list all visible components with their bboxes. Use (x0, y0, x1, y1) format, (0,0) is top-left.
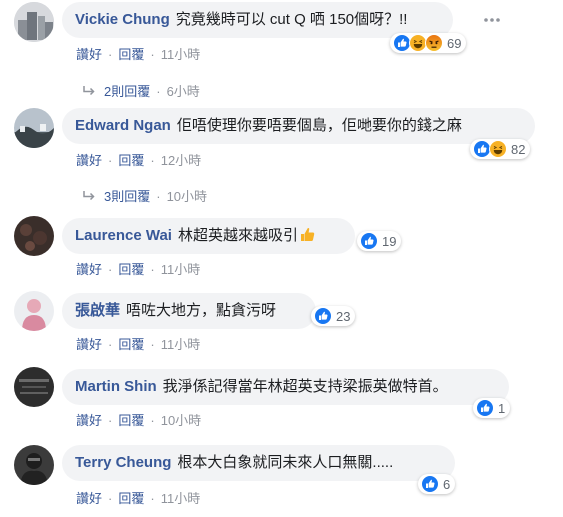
comment-item: Vickie Chung 究竟幾時可以 cut Q 哂 150個呀？!! 69 讚… (0, 0, 563, 100)
reaction-count: 69 (447, 35, 462, 51)
reply-arrow-icon (83, 86, 95, 96)
like-reaction-icon (476, 399, 494, 417)
reaction-summary[interactable]: 6 (418, 474, 456, 494)
replies-count[interactable]: 2則回覆 (104, 84, 150, 99)
comment-bubble: Laurence Wai 林超英越來越吸引 (62, 218, 355, 254)
comment-text: 唔咗大地方，點貪污呀 (126, 302, 277, 319)
comment-bubble: Martin Shin 我淨係記得當年林超英支持梁振英做特首。 (62, 369, 509, 405)
separator-dot: · (156, 189, 161, 204)
comment-author[interactable]: Martin Shin (75, 378, 157, 395)
avatar[interactable] (14, 367, 54, 407)
reply-link[interactable]: 回覆 (118, 413, 144, 428)
comment-actions: 讚好 · 回覆 · 11小時 (76, 488, 200, 507)
reaction-count: 23 (336, 308, 351, 324)
comment-item: 張啟華 唔咗大地方，點貪污呀 23 讚好 · 回覆 · 11小時 (0, 291, 563, 361)
like-reaction-icon (314, 307, 332, 325)
separator-dot: · (156, 84, 161, 99)
comment-text: 林超英越來越吸引 (177, 227, 298, 244)
separator-dot: · (150, 491, 155, 506)
reply-link[interactable]: 回覆 (118, 47, 144, 62)
comment-bubble: Vickie Chung 究竟幾時可以 cut Q 哂 150個呀？!! (62, 2, 453, 38)
comment-actions: 讚好 · 回覆 · 10小時 (76, 410, 201, 429)
avatar[interactable] (14, 445, 54, 485)
comment-timestamp[interactable]: 12小時 (161, 153, 201, 168)
separator-dot: · (150, 337, 155, 352)
reply-link[interactable]: 回覆 (118, 491, 144, 506)
comment-actions: 讚好 · 回覆 · 11小時 (76, 334, 200, 353)
replies-timestamp: 6小時 (166, 84, 200, 99)
separator-dot: · (108, 413, 113, 428)
reaction-count: 6 (443, 476, 451, 492)
reply-link[interactable]: 回覆 (118, 337, 144, 352)
separator-dot: · (108, 153, 113, 168)
like-link[interactable]: 讚好 (76, 47, 102, 62)
separator-dot: · (108, 262, 113, 277)
comment-item: Terry Cheung 根本大白象就同未來人口無關..... 6 讚好 · 回覆 · 1… (0, 443, 563, 517)
comment-bubble: 張啟華 唔咗大地方，點貪污呀 (62, 293, 316, 329)
separator-dot: · (150, 413, 155, 428)
like-link[interactable]: 讚好 (76, 491, 102, 506)
like-reaction-icon (421, 475, 439, 493)
avatar[interactable] (14, 216, 54, 256)
comment-author[interactable]: 張啟華 (75, 302, 120, 319)
separator-dot: · (108, 47, 113, 62)
comment-actions: 讚好 · 回覆 · 11小時 (76, 259, 200, 278)
comment-actions: 讚好 · 回覆 · 12小時 (76, 150, 201, 169)
avatar[interactable] (14, 108, 54, 148)
reaction-summary[interactable]: 19 (357, 231, 402, 251)
like-reaction-icon (360, 232, 378, 250)
comment-item: Edward Ngan 佢唔使理你要唔要個島，佢哋要你的錢之麻 82 讚好 · 回覆 ·… (0, 106, 563, 206)
separator-dot: · (108, 337, 113, 352)
reaction-count: 19 (382, 233, 397, 249)
avatar[interactable] (14, 291, 54, 331)
comment-timestamp[interactable]: 11小時 (161, 262, 201, 277)
replies-timestamp: 10小時 (166, 189, 208, 204)
reaction-count: 82 (511, 141, 526, 157)
reaction-summary[interactable]: 69 (390, 33, 467, 53)
comment-author[interactable]: Edward Ngan (75, 117, 171, 134)
separator-dot: · (108, 491, 113, 506)
comment-author[interactable]: Laurence Wai (75, 227, 172, 244)
comment-author[interactable]: Terry Cheung (75, 454, 171, 471)
replies-count[interactable]: 3則回覆 (104, 189, 150, 204)
reply-link[interactable]: 回覆 (118, 153, 144, 168)
comment-item: Martin Shin 我淨係記得當年林超英支持梁振英做特首。 1 讚好 · 回覆 · 1… (0, 367, 563, 437)
more-options-icon[interactable] (482, 10, 502, 30)
separator-dot: · (150, 47, 155, 62)
comment-item: Laurence Wai 林超英越來越吸引 19 讚好 · 回覆 · 11小時 (0, 216, 563, 286)
separator-dot: · (150, 153, 155, 168)
comment-text: 根本大白象就同未來人口無關..... (177, 454, 394, 471)
reaction-summary[interactable]: 82 (470, 139, 531, 159)
reaction-summary[interactable]: 1 (473, 398, 511, 418)
view-replies-link[interactable]: 3則回覆 · 10小時 (82, 186, 207, 205)
haha-reaction-icon (489, 140, 507, 158)
reaction-summary[interactable]: 23 (311, 306, 356, 326)
comment-actions: 讚好 · 回覆 · 11小時 (76, 44, 200, 63)
reply-arrow-icon (83, 191, 95, 201)
comment-bubble: Terry Cheung 根本大白象就同未來人口無關..... (62, 445, 455, 481)
reply-link[interactable]: 回覆 (118, 262, 144, 277)
avatar[interactable] (14, 2, 54, 42)
reaction-count: 1 (498, 400, 506, 416)
comment-timestamp[interactable]: 10小時 (161, 413, 201, 428)
like-link[interactable]: 讚好 (76, 262, 102, 277)
separator-dot: · (150, 262, 155, 277)
angry-reaction-icon (425, 34, 443, 52)
comment-text: 我淨係記得當年林超英支持梁振英做特首。 (162, 378, 448, 395)
like-link[interactable]: 讚好 (76, 337, 102, 352)
view-replies-link[interactable]: 2則回覆 · 6小時 (82, 81, 200, 100)
comment-timestamp[interactable]: 11小時 (161, 47, 201, 62)
comment-text: 佢唔使理你要唔要個島，佢哋要你的錢之麻 (176, 117, 462, 134)
like-link[interactable]: 讚好 (76, 413, 102, 428)
comment-timestamp[interactable]: 11小時 (161, 337, 201, 352)
comment-timestamp[interactable]: 11小時 (161, 491, 201, 506)
comment-text: 究竟幾時可以 cut Q 哂 150個呀？!! (175, 11, 408, 28)
thumbs-up-emoji-icon (301, 227, 315, 241)
comment-author[interactable]: Vickie Chung (75, 11, 170, 28)
comment-bubble: Edward Ngan 佢唔使理你要唔要個島，佢哋要你的錢之麻 (62, 108, 535, 144)
like-link[interactable]: 讚好 (76, 153, 102, 168)
